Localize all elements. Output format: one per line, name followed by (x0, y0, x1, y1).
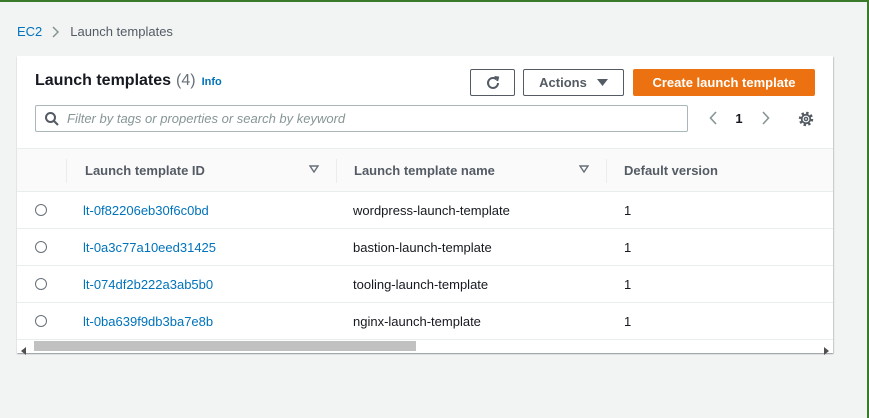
row-select-radio[interactable] (35, 315, 47, 327)
refresh-button[interactable] (470, 69, 515, 96)
gear-icon[interactable] (797, 110, 815, 128)
current-page-number[interactable]: 1 (722, 111, 756, 126)
template-id-link[interactable]: lt-074df2b222a3ab5b0 (83, 266, 213, 302)
table-header: Launch template ID Launch template name … (17, 148, 833, 192)
page-title: Launch templates (35, 72, 172, 89)
column-divider (606, 159, 607, 183)
scroll-left-icon[interactable] (21, 342, 26, 360)
column-divider (336, 159, 337, 183)
default-version: 1 (624, 202, 632, 218)
column-header-version[interactable]: Default version (624, 149, 718, 192)
column-header-name[interactable]: Launch template name (354, 149, 495, 192)
row-select-radio[interactable] (35, 278, 47, 290)
panel-header: Launch templates (4) Info (35, 72, 222, 90)
table-row[interactable]: lt-0a3c77a10eed31425 bastion-launch-temp… (17, 229, 833, 266)
table-row[interactable]: lt-0ba639f9db3ba7e8b nginx-launch-templa… (17, 303, 833, 340)
breadcrumb-current: Launch templates (70, 24, 173, 39)
launch-templates-panel: Launch templates (4) Info Actions Create… (17, 56, 833, 355)
chevron-right-icon (52, 25, 60, 38)
actions-dropdown-button[interactable]: Actions (523, 69, 624, 96)
default-version: 1 (624, 276, 632, 292)
row-select-radio[interactable] (35, 241, 47, 253)
launch-templates-table: Launch template ID Launch template name … (17, 148, 833, 340)
column-header-id[interactable]: Launch template ID (85, 149, 205, 192)
caret-down-icon (596, 77, 608, 89)
default-version: 1 (624, 313, 632, 329)
sort-down-icon[interactable] (579, 165, 589, 173)
horizontal-scrollbar[interactable] (17, 339, 833, 355)
column-divider (66, 159, 67, 183)
template-name: nginx-launch-template (353, 313, 481, 329)
search-field[interactable] (35, 105, 688, 132)
template-name: tooling-launch-template (353, 276, 489, 292)
window-top-border (0, 0, 869, 2)
search-input[interactable] (67, 111, 667, 126)
scroll-right-icon[interactable] (824, 342, 829, 360)
template-id-link[interactable]: lt-0f82206eb30f6c0bd (83, 192, 209, 228)
default-version: 1 (624, 239, 632, 255)
refresh-icon (485, 75, 501, 91)
info-link[interactable]: Info (202, 76, 222, 88)
table-row[interactable]: lt-0f82206eb30f6c0bd wordpress-launch-te… (17, 192, 833, 229)
template-id-link[interactable]: lt-0a3c77a10eed31425 (83, 229, 216, 265)
template-name: wordpress-launch-template (353, 202, 510, 218)
table-row[interactable]: lt-074df2b222a3ab5b0 tooling-launch-temp… (17, 266, 833, 303)
search-icon (45, 111, 59, 126)
item-count: (4) (176, 72, 196, 89)
actions-label: Actions (539, 75, 587, 90)
previous-page-icon[interactable] (704, 108, 722, 128)
template-name: bastion-launch-template (353, 239, 492, 255)
template-id-link[interactable]: lt-0ba639f9db3ba7e8b (83, 303, 213, 339)
next-page-icon[interactable] (756, 108, 774, 128)
create-launch-template-button[interactable]: Create launch template (633, 69, 815, 96)
breadcrumb-ec2-link[interactable]: EC2 (17, 24, 42, 39)
scrollbar-thumb[interactable] (34, 341, 416, 351)
breadcrumb: EC2 Launch templates (17, 24, 173, 39)
row-select-radio[interactable] (35, 204, 47, 216)
pagination: 1 (704, 108, 774, 128)
sort-down-icon[interactable] (309, 165, 319, 173)
